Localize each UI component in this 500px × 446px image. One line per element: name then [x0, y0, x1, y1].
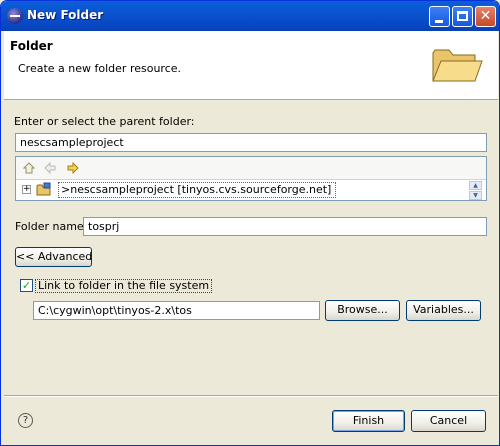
tree-toolbar: [16, 157, 486, 180]
tree-item-label: >nescsampleproject [tinyos.cvs.sourcefor…: [58, 182, 337, 198]
minimize-button[interactable]: [429, 6, 450, 27]
tree-scrollbar[interactable]: ▲ ▼: [469, 181, 482, 200]
page-title: Folder: [10, 39, 53, 53]
folder-name-input[interactable]: tosprj: [83, 217, 487, 236]
footer-divider: [4, 395, 498, 397]
variables-button[interactable]: Variables...: [406, 300, 481, 321]
close-button[interactable]: ✕: [475, 6, 496, 27]
tree-item-nescsampleproject[interactable]: + >nescsampleproject [tinyos.cvs.sourcef…: [20, 182, 480, 198]
browse-button[interactable]: Browse...: [325, 300, 400, 321]
advanced-button[interactable]: << Advanced: [15, 247, 92, 267]
link-checkbox[interactable]: ✓: [20, 279, 33, 292]
link-path-input[interactable]: C:\cygwin\opt\tinyos-2.x\tos: [33, 301, 320, 320]
wizard-header: Folder Create a new folder resource.: [4, 31, 498, 100]
forward-arrow-icon[interactable]: [66, 161, 80, 175]
home-icon[interactable]: [22, 161, 36, 175]
parent-folder-tree[interactable]: + >nescsampleproject [tinyos.cvs.sourcef…: [15, 156, 487, 201]
scroll-down-icon[interactable]: ▼: [469, 191, 482, 200]
link-checkbox-label[interactable]: Link to folder in the file system: [35, 279, 213, 293]
close-icon: ✕: [479, 8, 492, 24]
eclipse-icon: [7, 8, 23, 24]
parent-folder-label: Enter or select the parent folder:: [14, 115, 195, 128]
window-title: New Folder: [27, 8, 104, 22]
title-bar[interactable]: New Folder ✕: [1, 1, 499, 31]
help-icon[interactable]: ?: [18, 413, 33, 428]
scroll-up-icon[interactable]: ▲: [469, 181, 482, 190]
finish-button[interactable]: Finish: [332, 410, 405, 432]
open-folder-icon: [432, 49, 483, 82]
new-folder-dialog: New Folder ✕ Folder Create a new folder …: [0, 0, 500, 446]
parent-folder-input[interactable]: nescsampleproject: [15, 133, 487, 152]
plus-expand-icon[interactable]: +: [22, 185, 31, 194]
maximize-button[interactable]: [452, 6, 473, 27]
page-description: Create a new folder resource.: [18, 62, 182, 75]
folder-name-label: Folder name:: [15, 220, 88, 233]
cancel-button[interactable]: Cancel: [411, 410, 486, 432]
project-folder-icon: [36, 182, 51, 196]
back-arrow-icon[interactable]: [43, 161, 57, 175]
